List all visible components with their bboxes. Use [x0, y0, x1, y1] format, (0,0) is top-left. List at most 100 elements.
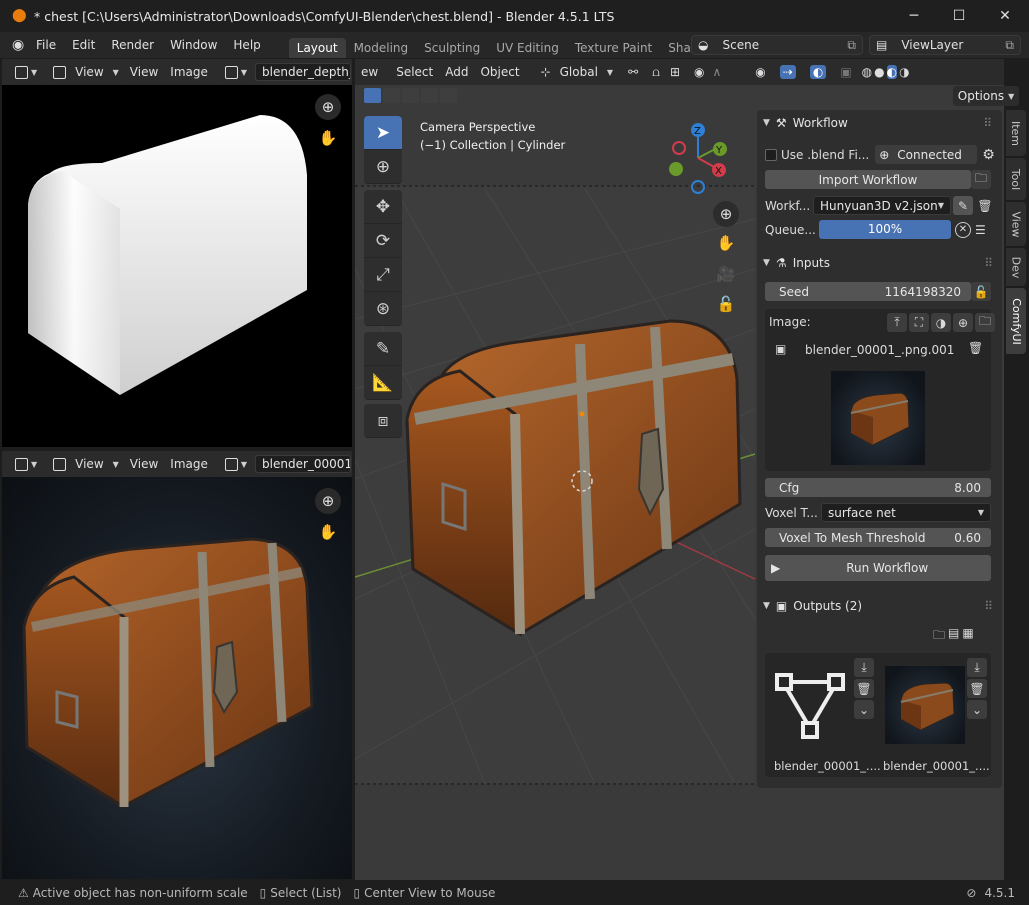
annotate-tool[interactable]: ✎: [364, 332, 402, 366]
blender-menu-icon[interactable]: ◉: [12, 37, 28, 53]
chevron-down-icon[interactable]: ⌄: [854, 700, 874, 719]
seed-field[interactable]: Seed 1164198320: [765, 282, 971, 301]
zoom-icon[interactable]: ⊕: [713, 201, 739, 227]
drag-handle-icon[interactable]: ⠿: [983, 116, 992, 130]
transform-tool[interactable]: ⊛: [364, 292, 402, 326]
pan-hand-icon[interactable]: ✋: [315, 125, 341, 151]
copy-icon[interactable]: ⧉: [1005, 38, 1014, 53]
select-new-icon[interactable]: [364, 88, 381, 103]
trash-icon[interactable]: 🗑: [975, 196, 995, 215]
inputs-section-header[interactable]: ▼ ⚗ Inputs ⠿: [763, 250, 997, 276]
tab-layout[interactable]: Layout: [288, 38, 346, 58]
tab-dev[interactable]: Dev: [1006, 248, 1026, 286]
wireframe-shading-icon[interactable]: ◍: [862, 65, 872, 79]
rendered-shading-icon[interactable]: ◑: [899, 65, 909, 79]
snap-target-icon[interactable]: ⊞: [670, 65, 680, 79]
workflow-section-header[interactable]: ▼ ⚒ Workflow ⠿: [757, 110, 1002, 136]
select-subtract-icon[interactable]: [402, 88, 419, 103]
workflow-select[interactable]: Hunyuan3D v2.json ▼: [813, 196, 951, 215]
cfg-field[interactable]: Cfg 8.00: [765, 478, 991, 497]
trash-icon[interactable]: 🗑: [854, 679, 874, 698]
voxel-type-select[interactable]: surface net ▼: [821, 503, 991, 522]
select-box-tool[interactable]: ➤: [364, 116, 402, 150]
cancel-x-icon[interactable]: ✕: [955, 221, 971, 238]
copy-icon[interactable]: ⧉: [847, 38, 856, 53]
proportional-edit-icon[interactable]: ◉: [694, 65, 704, 79]
image-browse-dropdown[interactable]: ▼: [219, 63, 253, 81]
tab-item[interactable]: Item: [1006, 110, 1026, 156]
stamp-icon[interactable]: ⛶: [909, 313, 929, 332]
lock-icon[interactable]: 🔓: [713, 291, 739, 317]
material-shading-icon[interactable]: ◐: [886, 65, 898, 79]
add-cube-tool[interactable]: ⧈: [364, 404, 402, 438]
material-icon[interactable]: ◑: [931, 313, 951, 332]
menu-render[interactable]: Render: [103, 38, 162, 52]
drag-handle-icon[interactable]: ⠿: [984, 599, 993, 613]
select-intersect-icon[interactable]: [440, 88, 457, 103]
use-blend-checkbox[interactable]: [765, 148, 777, 161]
trash-icon[interactable]: 🗑: [968, 341, 983, 355]
queue-list-icon[interactable]: ☰: [975, 223, 986, 237]
image-browse-dropdown[interactable]: ▼: [219, 455, 253, 473]
zoom-icon[interactable]: ⊕: [315, 94, 341, 120]
menu-add[interactable]: Add: [439, 65, 474, 79]
snap-icon[interactable]: ⩍: [652, 65, 660, 80]
navigation-gizmo[interactable]: Z Y X: [662, 120, 732, 198]
settings-gear-icon[interactable]: ⚙: [982, 147, 995, 163]
visibility-icon[interactable]: ◉: [755, 65, 765, 79]
reference-image-area[interactable]: ⊕ ✋: [2, 477, 352, 879]
close-button[interactable]: ✕: [982, 0, 1028, 32]
tab-view[interactable]: View: [1006, 202, 1026, 246]
menu-view[interactable]: ew: [355, 65, 384, 79]
output-image-thumbnail[interactable]: [885, 666, 965, 744]
menu-help[interactable]: Help: [225, 38, 268, 52]
editor-type-dropdown[interactable]: ▼: [10, 63, 43, 81]
select-invert-icon[interactable]: [421, 88, 438, 103]
grid-view-icon[interactable]: ▦: [962, 626, 973, 647]
pivot-icon[interactable]: ⚯: [628, 65, 638, 79]
cursor-tool[interactable]: ⊕: [364, 150, 402, 184]
connected-button[interactable]: ⊕ Connected: [875, 145, 978, 164]
trash-icon[interactable]: 🗑: [967, 679, 987, 698]
depth-image-area[interactable]: ⊕ ✋: [2, 85, 352, 447]
tab-sculpting[interactable]: Sculpting: [416, 38, 488, 58]
menu-view[interactable]: View: [124, 457, 164, 471]
folder-icon[interactable]: 🗀: [933, 626, 945, 647]
xray-icon[interactable]: ▣: [840, 65, 851, 79]
select-extend-icon[interactable]: [383, 88, 400, 103]
list-view-icon[interactable]: ▤: [948, 626, 959, 647]
seed-lock-icon[interactable]: 🔓: [971, 282, 991, 301]
outputs-section-header[interactable]: ▼ ▣ Outputs (2) ⠿: [763, 593, 997, 619]
menu-window[interactable]: Window: [162, 38, 225, 52]
move-tool[interactable]: ✥: [364, 190, 402, 224]
folder-icon[interactable]: 🗀: [975, 313, 995, 332]
zoom-icon[interactable]: ⊕: [315, 488, 341, 514]
tab-tool[interactable]: Tool: [1006, 158, 1026, 200]
maximize-button[interactable]: ☐: [936, 0, 982, 32]
folder-icon[interactable]: 🗀: [971, 170, 991, 189]
image-name-field[interactable]: blender_depth_m: [255, 63, 352, 81]
save-image-icon[interactable]: ⤓: [967, 658, 987, 677]
orientation-dropdown[interactable]: ⊹ Global ▼: [535, 63, 619, 81]
camera-view-icon[interactable]: 🎥: [713, 261, 739, 287]
view-mode-dropdown[interactable]: View ▼: [48, 455, 124, 473]
options-dropdown[interactable]: Options ▼: [953, 86, 1019, 106]
mesh-output-icon[interactable]: [773, 665, 851, 745]
menu-image[interactable]: Image: [164, 65, 214, 79]
menu-select[interactable]: Select: [390, 65, 439, 79]
menu-object[interactable]: Object: [474, 65, 525, 79]
tab-modeling[interactable]: Modeling: [346, 38, 417, 58]
upload-icon[interactable]: ⤒: [887, 313, 907, 332]
falloff-icon[interactable]: ∧: [712, 65, 721, 79]
pan-hand-icon[interactable]: ✋: [713, 230, 739, 256]
edit-pencil-icon[interactable]: ✎: [953, 196, 973, 215]
menu-image[interactable]: Image: [164, 457, 214, 471]
tab-comfyui[interactable]: ComfyUI: [1006, 288, 1026, 354]
run-workflow-button[interactable]: ▶ Run Workflow: [765, 555, 991, 581]
rotate-tool[interactable]: ⟳: [364, 224, 402, 258]
import-workflow-button[interactable]: Import Workflow: [765, 170, 971, 189]
voxel-threshold-field[interactable]: Voxel To Mesh Threshold 0.60: [765, 528, 991, 547]
gizmo-toggle-icon[interactable]: ⇢: [779, 65, 796, 79]
scene-selector[interactable]: ◒ Scene ⧉: [691, 35, 863, 55]
minimize-button[interactable]: ─: [891, 0, 937, 32]
